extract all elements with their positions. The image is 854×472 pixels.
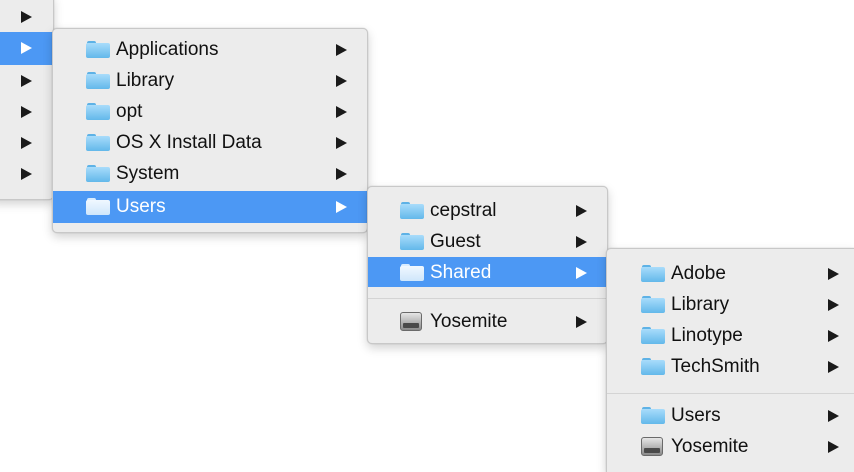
menu-item-adobe[interactable]: Adobe xyxy=(607,258,854,289)
menu0-item-selected[interactable] xyxy=(0,32,55,65)
menu0-item[interactable] xyxy=(0,96,55,127)
submenu-arrow-icon xyxy=(21,11,32,23)
menu-item-library[interactable]: Library xyxy=(53,65,367,96)
folder-icon xyxy=(400,202,424,219)
menu-item-shared[interactable]: Shared xyxy=(368,257,607,287)
menu-item-label: Users xyxy=(116,196,166,217)
folder-icon xyxy=(86,72,110,89)
menu-separator xyxy=(368,298,607,299)
submenu-arrow-icon xyxy=(576,316,587,328)
folder-icon xyxy=(86,41,110,58)
folder-icon xyxy=(641,407,665,424)
submenu-arrow-icon xyxy=(21,106,32,118)
menu-item-label: Shared xyxy=(430,262,492,283)
submenu-arrow-icon xyxy=(828,441,839,453)
menu-item-applications[interactable]: Applications xyxy=(53,34,367,65)
menu-item-yosemite[interactable]: Yosemite xyxy=(607,431,854,462)
menu-item-label: Adobe xyxy=(671,263,726,284)
menu-level-2: cepstral Guest Shared Yosemite xyxy=(367,186,608,344)
submenu-arrow-icon xyxy=(576,267,587,279)
submenu-arrow-icon xyxy=(336,44,347,56)
menu-level-1: Applications Library opt OS X Install Da… xyxy=(52,28,368,233)
submenu-arrow-icon xyxy=(336,201,347,213)
folder-icon xyxy=(641,327,665,344)
menu-item-label: System xyxy=(116,163,180,184)
menu-item-label: Library xyxy=(671,294,730,315)
menu0-item[interactable] xyxy=(0,127,55,158)
menu-item-opt[interactable]: opt xyxy=(53,96,367,127)
folder-icon xyxy=(400,264,424,281)
menu-item-label: Library xyxy=(116,70,175,91)
menu0-item[interactable] xyxy=(0,158,55,189)
menu-level-3: Adobe Library Linotype TechSmith Users Y… xyxy=(606,248,854,472)
submenu-arrow-icon xyxy=(21,168,32,180)
hard-disk-icon xyxy=(641,437,663,456)
folder-icon xyxy=(86,165,110,182)
menu-item-label: opt xyxy=(116,101,143,122)
menu-item-label: Yosemite xyxy=(671,436,749,457)
submenu-arrow-icon xyxy=(828,330,839,342)
submenu-arrow-icon xyxy=(576,236,587,248)
menu-item-techsmith[interactable]: TechSmith xyxy=(607,351,854,382)
submenu-arrow-icon xyxy=(336,168,347,180)
menu0-item[interactable] xyxy=(0,1,55,32)
menu-item-linotype[interactable]: Linotype xyxy=(607,320,854,351)
menu-item-label: Guest xyxy=(430,231,481,252)
folder-icon xyxy=(641,358,665,375)
folder-icon xyxy=(86,198,110,215)
submenu-arrow-icon xyxy=(828,361,839,373)
submenu-arrow-icon xyxy=(828,299,839,311)
submenu-arrow-icon xyxy=(21,137,32,149)
menu-item-label: Linotype xyxy=(671,325,743,346)
menu-item-yosemite[interactable]: Yosemite xyxy=(368,306,607,337)
menu-item-label: Yosemite xyxy=(430,311,508,332)
menu-separator xyxy=(607,393,854,394)
menu-item-label: TechSmith xyxy=(671,356,760,377)
folder-icon xyxy=(86,103,110,120)
menu-item-label: Applications xyxy=(116,39,219,60)
folder-icon xyxy=(641,296,665,313)
submenu-arrow-icon xyxy=(21,42,32,54)
menu-level-0 xyxy=(0,0,55,200)
submenu-arrow-icon xyxy=(21,75,32,87)
submenu-arrow-icon xyxy=(336,75,347,87)
menu0-item[interactable] xyxy=(0,65,55,96)
menu-item-label: Users xyxy=(671,405,721,426)
submenu-arrow-icon xyxy=(576,205,587,217)
menu-item-label: OS X Install Data xyxy=(116,132,262,153)
menu-item-system[interactable]: System xyxy=(53,158,367,189)
menu-item-os-x-install-data[interactable]: OS X Install Data xyxy=(53,127,367,158)
menu-item-cepstral[interactable]: cepstral xyxy=(368,195,607,226)
hard-disk-icon xyxy=(400,312,422,331)
menu-item-users[interactable]: Users xyxy=(607,400,854,431)
submenu-arrow-icon xyxy=(336,106,347,118)
folder-icon xyxy=(400,233,424,250)
submenu-arrow-icon xyxy=(336,137,347,149)
menu-item-label: cepstral xyxy=(430,200,497,221)
menu-item-library[interactable]: Library xyxy=(607,289,854,320)
folder-icon xyxy=(86,134,110,151)
submenu-arrow-icon xyxy=(828,268,839,280)
folder-icon xyxy=(641,265,665,282)
submenu-arrow-icon xyxy=(828,410,839,422)
menu-item-users[interactable]: Users xyxy=(53,191,367,223)
menu-item-guest[interactable]: Guest xyxy=(368,226,607,257)
